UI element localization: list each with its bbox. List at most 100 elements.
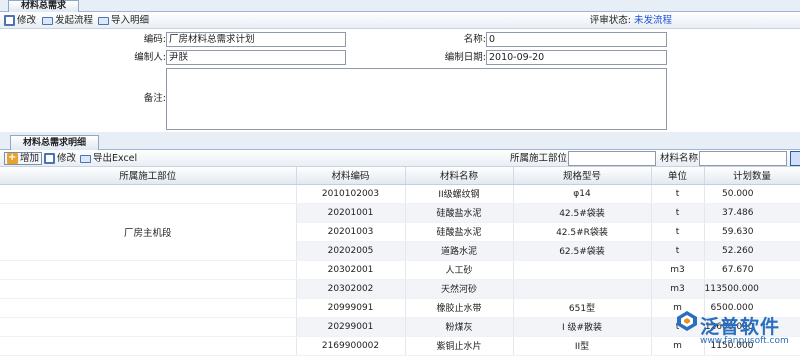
dept-cell xyxy=(0,184,297,204)
dept-cell xyxy=(0,279,297,299)
edit-icon xyxy=(4,15,15,26)
name-cell: 橡胶止水带 xyxy=(405,298,514,318)
name-cell: 紫铜止水片 xyxy=(405,336,514,356)
col-unit[interactable]: 单位 xyxy=(651,167,705,185)
review-status: 评审状态: 未发流程 xyxy=(590,14,672,27)
spec-cell: 62.5#袋装 xyxy=(513,241,652,261)
code-cell: 20302001 xyxy=(296,260,406,280)
code-cell: 20202005 xyxy=(296,241,406,261)
code-field[interactable]: 厂房材料总需求计划 xyxy=(166,32,346,47)
add-button[interactable]: 增加 xyxy=(4,151,43,165)
dept-cell xyxy=(0,317,297,337)
creator-field[interactable]: 尹朕 xyxy=(166,50,346,65)
table-row[interactable]: 2010102003 II级螺纹钢 φ14 t 50.000 xyxy=(0,184,800,204)
spec-cell: φ14 xyxy=(513,184,652,204)
filter-dept-label: 所属施工部位: xyxy=(510,153,571,164)
import-detail-button[interactable]: 导入明细 xyxy=(98,14,149,27)
main-toolbar: 修改 发起流程 导入明细 评审状态: 未发流程 xyxy=(0,12,800,29)
add-icon xyxy=(7,151,18,164)
unit-cell: t xyxy=(651,241,705,261)
import-icon xyxy=(98,16,109,25)
date-field[interactable]: 2010-09-20 xyxy=(486,50,667,65)
col-name[interactable]: 材料名称 xyxy=(405,167,514,185)
name-cell: 硅酸盐水泥 xyxy=(405,203,514,223)
spec-cell xyxy=(513,260,652,280)
date-label: 编制日期: xyxy=(444,52,486,63)
code-cell: 20999091 xyxy=(296,298,406,318)
spec-cell: 651型 xyxy=(513,298,652,318)
name-cell: 道路水泥 xyxy=(405,241,514,261)
code-cell: 20201003 xyxy=(296,222,406,242)
detail-edit-button[interactable]: 修改 xyxy=(44,152,76,165)
flow-icon xyxy=(42,16,53,25)
dept-cell xyxy=(0,298,297,318)
qty-cell: 59.630 xyxy=(704,222,800,242)
col-spec[interactable]: 规格型号 xyxy=(513,167,652,185)
top-tab-bar: 材料总需求 xyxy=(0,0,800,12)
remark-textarea[interactable] xyxy=(166,68,667,130)
col-code[interactable]: 材料编码 xyxy=(296,167,406,185)
edit-icon xyxy=(44,153,55,164)
edit-button-label: 修改 xyxy=(17,15,37,26)
name-cell: 粉煤灰 xyxy=(405,317,514,337)
dept-cell xyxy=(0,336,297,356)
qty-cell: 67.670 xyxy=(704,260,800,280)
unit-cell: m3 xyxy=(651,279,705,299)
tab-material-demand-detail[interactable]: 材料总需求明细 xyxy=(10,135,100,150)
table-header-row: 所属施工部位 材料编码 材料名称 规格型号 单位 计划数量 xyxy=(0,167,800,185)
filter-name-label: 材料名称: xyxy=(660,153,702,164)
unit-cell: m3 xyxy=(651,260,705,280)
detail-tab-bar: 材料总需求明细 xyxy=(0,132,800,150)
code-cell: 20201001 xyxy=(296,203,406,223)
brand-logo-icon xyxy=(677,311,697,331)
detail-edit-label: 修改 xyxy=(57,153,77,164)
tab-material-demand[interactable]: 材料总需求 xyxy=(8,0,80,12)
remark-label: 备注: xyxy=(143,93,166,104)
unit-cell: t xyxy=(651,203,705,223)
search-icon[interactable] xyxy=(790,151,800,166)
add-button-label: 增加 xyxy=(20,153,40,164)
table-row[interactable]: 厂房主机段 20201001 硅酸盐水泥 42.5#袋装 t 37.486 xyxy=(0,203,800,261)
export-excel-label: 导出Excel xyxy=(93,153,138,164)
unit-cell: t xyxy=(651,222,705,242)
name-cell: 人工砂 xyxy=(405,260,514,280)
spec-cell: 42.5#R袋装 xyxy=(513,222,652,242)
qty-cell: 37.486 xyxy=(704,203,800,223)
spec-cell: I 级#散装 xyxy=(513,317,652,337)
qty-cell: 113500.000 xyxy=(704,279,800,299)
watermark-brand: 泛普软件 xyxy=(700,316,781,338)
export-excel-button[interactable]: 导出Excel xyxy=(80,152,137,165)
dept-cell xyxy=(0,260,297,280)
name-cell: 天然河砂 xyxy=(405,279,514,299)
spec-cell: II型 xyxy=(513,336,652,356)
qty-cell: 50.000 xyxy=(704,184,800,204)
status-label: 评审状态: xyxy=(589,15,631,26)
name-cell: 硅酸盐水泥 xyxy=(405,222,514,242)
status-value: 未发流程 xyxy=(633,15,672,26)
code-cell: 2169900002 xyxy=(296,336,406,356)
watermark-url: www.fanpusoft.com xyxy=(700,336,789,346)
start-flow-button-label: 发起流程 xyxy=(55,15,94,26)
col-qty[interactable]: 计划数量 xyxy=(704,167,800,185)
filter-name-input[interactable] xyxy=(699,151,787,166)
creator-label: 编制人: xyxy=(134,52,166,63)
spec-cell xyxy=(513,279,652,299)
export-icon xyxy=(80,154,91,163)
filter-dept-input[interactable] xyxy=(568,151,656,166)
table-row[interactable]: 20302002 天然河砂 m3 113500.000 xyxy=(0,279,800,299)
name-field[interactable]: 0 xyxy=(486,32,667,47)
detail-toolbar: 增加 修改 导出Excel 所属施工部位: 材料名称: xyxy=(0,150,800,167)
name-cell: II级螺纹钢 xyxy=(405,184,514,204)
unit-cell: t xyxy=(651,184,705,204)
code-label: 编码: xyxy=(143,34,166,45)
import-button-label: 导入明细 xyxy=(111,15,150,26)
col-dept[interactable]: 所属施工部位 xyxy=(0,167,297,185)
dept-merged-cell: 厂房主机段 xyxy=(0,203,297,261)
code-cell: 2010102003 xyxy=(296,184,406,204)
table-row[interactable]: 20302001 人工砂 m3 67.670 xyxy=(0,260,800,280)
watermark: 泛普软件 www.fanpusoft.com xyxy=(676,310,800,356)
spec-cell: 42.5#袋装 xyxy=(513,203,652,223)
qty-cell: 52.260 xyxy=(704,241,800,261)
edit-button[interactable]: 修改 xyxy=(4,14,36,27)
start-flow-button[interactable]: 发起流程 xyxy=(42,14,93,27)
